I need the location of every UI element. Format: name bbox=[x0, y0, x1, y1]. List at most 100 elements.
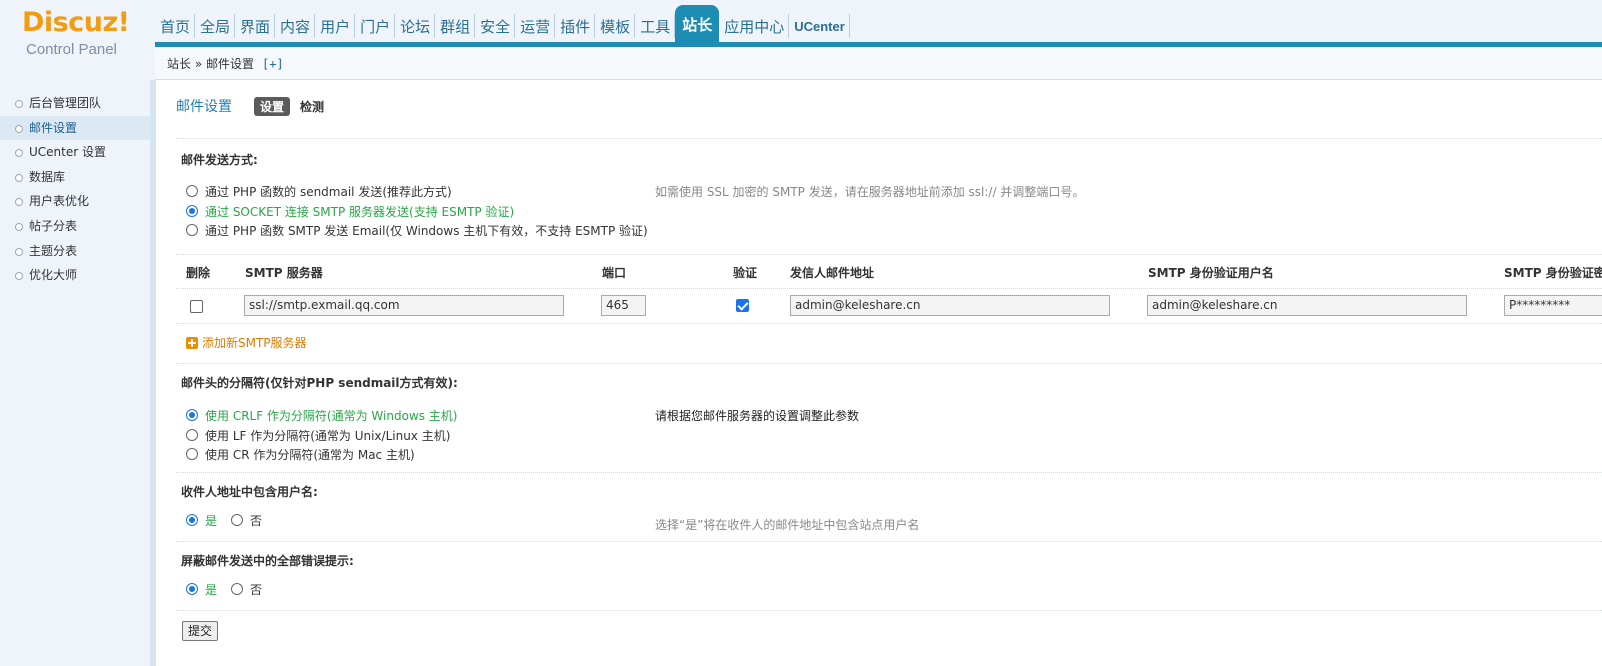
col-header-auth: 验证 bbox=[733, 266, 758, 280]
divider bbox=[176, 323, 1602, 324]
include-username-choice: 是 否 bbox=[186, 511, 276, 529]
logo[interactable]: Discuz! Control Panel bbox=[0, 0, 155, 80]
sidebar-item-database[interactable]: 数据库 bbox=[0, 165, 150, 190]
breadcrumb-expand-toggle[interactable]: [+] bbox=[262, 57, 284, 71]
page-title: 邮件设置 bbox=[176, 99, 232, 115]
smtp-port-input[interactable]: 465 bbox=[601, 295, 646, 316]
sidebar: 后台管理团队 邮件设置 UCenter 设置 数据库 用户表优化 帖子分表 主题… bbox=[0, 80, 150, 666]
nav-item-security[interactable]: 安全 bbox=[475, 14, 516, 38]
submit-button[interactable]: 提交 bbox=[182, 621, 219, 641]
radio-label: 是 bbox=[205, 513, 218, 528]
mail-method-option-socket[interactable]: 通过 SOCKET 连接 SMTP 服务器发送(支持 ESMTP 验证) bbox=[186, 202, 514, 220]
add-smtp-server-link[interactable]: 添加新SMTP服务器 bbox=[186, 334, 307, 351]
silent-errors-yes[interactable]: 是 bbox=[186, 581, 217, 598]
nav-item-app-center[interactable]: 应用中心 bbox=[719, 14, 790, 38]
nav-item-templates[interactable]: 模板 bbox=[595, 14, 636, 38]
radio-label: 否 bbox=[250, 582, 263, 597]
sidebar-item-mail-settings[interactable]: 邮件设置 bbox=[0, 115, 150, 141]
sidebar-item-thread-split[interactable]: 主题分表 bbox=[0, 239, 150, 264]
nav-item-operation[interactable]: 运营 bbox=[515, 14, 556, 38]
nav-item-tools[interactable]: 工具 bbox=[635, 14, 676, 38]
nav-item-global[interactable]: 全局 bbox=[195, 14, 236, 38]
radio-label: 通过 SOCKET 连接 SMTP 服务器发送(支持 ESMTP 验证) bbox=[205, 204, 515, 219]
sidebar-item-ucenter-settings[interactable]: UCenter 设置 bbox=[0, 140, 150, 165]
radio-button[interactable] bbox=[231, 583, 244, 595]
logo-brand: Discuz! bbox=[22, 7, 130, 38]
logo-subtitle: Control Panel bbox=[26, 41, 117, 58]
include-username-yes[interactable]: 是 bbox=[186, 512, 217, 529]
divider bbox=[176, 288, 1602, 289]
divider bbox=[176, 363, 1602, 364]
delimiter-option-cr[interactable]: 使用 CR 作为分隔符(通常为 Mac 主机) bbox=[186, 445, 415, 463]
radio-label: 使用 LF 作为分隔符(通常为 Unix/Linux 主机) bbox=[205, 428, 451, 443]
col-header-delete: 删除 bbox=[186, 266, 211, 280]
radio-button[interactable] bbox=[186, 583, 198, 595]
nav-item-users[interactable]: 用户 bbox=[315, 14, 356, 38]
radio-button[interactable] bbox=[186, 429, 198, 441]
nav-item-portal[interactable]: 门户 bbox=[355, 14, 396, 38]
tab-settings[interactable]: 设置 bbox=[254, 96, 291, 116]
nav-item-ucenter[interactable]: UCenter bbox=[789, 14, 850, 38]
radio-button[interactable] bbox=[186, 448, 198, 460]
silent-errors-choice: 是 否 bbox=[186, 580, 276, 598]
include-username-no[interactable]: 否 bbox=[231, 512, 262, 529]
smtp-server-input[interactable]: ssl://smtp.exmail.qq.com bbox=[244, 295, 564, 316]
radio-button[interactable] bbox=[231, 514, 244, 526]
divider bbox=[176, 138, 1602, 139]
nav-item-groups[interactable]: 群组 bbox=[435, 14, 476, 38]
mail-method-label: 邮件发送方式: bbox=[181, 153, 258, 167]
smtp-auth-checkbox[interactable] bbox=[736, 299, 749, 312]
mail-method-option-sendmail[interactable]: 通过 PHP 函数的 sendmail 发送(推荐此方式) bbox=[186, 182, 452, 200]
mail-method-hint: 如需使用 SSL 加密的 SMTP 发送，请在服务器地址前添加 ssl:// 并… bbox=[655, 185, 1085, 199]
auth-password-input[interactable]: P********* bbox=[1504, 295, 1602, 316]
col-header-auth-username: SMTP 身份验证用户名 bbox=[1148, 266, 1274, 280]
radio-label: 使用 CR 作为分隔符(通常为 Mac 主机) bbox=[205, 447, 415, 462]
col-header-smtp-server: SMTP 服务器 bbox=[245, 266, 323, 280]
nav-item-webmaster[interactable]: 站长 bbox=[675, 5, 720, 43]
divider bbox=[176, 472, 1602, 473]
radio-label: 通过 PHP 函数 SMTP 发送 Email(仅 Windows 主机下有效，… bbox=[205, 223, 648, 238]
divider bbox=[176, 541, 1602, 542]
radio-button[interactable] bbox=[186, 205, 198, 217]
from-address-input[interactable]: admin@keleshare.cn bbox=[790, 295, 1110, 316]
divider bbox=[176, 254, 1602, 255]
breadcrumb: 站长 » 邮件设置 [+] bbox=[155, 48, 1602, 80]
silent-errors-label: 屏蔽邮件发送中的全部错误提示: bbox=[181, 554, 354, 568]
top-nav: 首页 全局 界面 内容 用户 门户 论坛 群组 安全 运营 插件 模板 工具 站… bbox=[155, 5, 850, 43]
radio-button[interactable] bbox=[186, 409, 198, 421]
sidebar-item-admin-team[interactable]: 后台管理团队 bbox=[0, 91, 150, 116]
radio-button[interactable] bbox=[186, 514, 198, 526]
nav-item-plugins[interactable]: 插件 bbox=[555, 14, 596, 38]
nav-item-content[interactable]: 内容 bbox=[275, 14, 316, 38]
sidebar-item-optimizer[interactable]: 优化大师 bbox=[0, 263, 150, 288]
radio-label: 通过 PHP 函数的 sendmail 发送(推荐此方式) bbox=[205, 184, 452, 199]
page-tabs: 邮件设置 设置 检测 bbox=[176, 96, 324, 116]
add-smtp-server-label: 添加新SMTP服务器 bbox=[202, 336, 307, 350]
mail-delimiter-label: 邮件头的分隔符(仅针对PHP sendmail方式有效): bbox=[181, 376, 458, 390]
add-icon bbox=[186, 336, 198, 349]
nav-item-forum[interactable]: 论坛 bbox=[395, 14, 436, 38]
radio-label: 使用 CRLF 作为分隔符(通常为 Windows 主机) bbox=[205, 408, 458, 423]
nav-item-home[interactable]: 首页 bbox=[155, 14, 196, 38]
tab-check[interactable]: 检测 bbox=[300, 98, 324, 115]
col-header-auth-password: SMTP 身份验证密码 bbox=[1504, 266, 1602, 280]
sidebar-item-post-split[interactable]: 帖子分表 bbox=[0, 214, 150, 239]
nav-item-style[interactable]: 界面 bbox=[235, 14, 276, 38]
auth-username-input[interactable]: admin@keleshare.cn bbox=[1147, 295, 1467, 316]
radio-button[interactable] bbox=[186, 185, 198, 197]
include-username-label: 收件人地址中包含用户名: bbox=[181, 485, 318, 499]
delete-row-checkbox[interactable] bbox=[190, 300, 203, 313]
mail-delimiter-hint: 请根据您邮件服务器的设置调整此参数 bbox=[655, 409, 860, 423]
breadcrumb-text: 站长 » 邮件设置 bbox=[167, 57, 254, 71]
mail-method-option-php-smtp[interactable]: 通过 PHP 函数 SMTP 发送 Email(仅 Windows 主机下有效，… bbox=[186, 221, 648, 239]
radio-label: 是 bbox=[205, 582, 218, 597]
radio-label: 否 bbox=[250, 513, 263, 528]
sidebar-item-user-table-optimize[interactable]: 用户表优化 bbox=[0, 189, 150, 214]
sidebar-divider bbox=[150, 80, 156, 666]
delimiter-option-lf[interactable]: 使用 LF 作为分隔符(通常为 Unix/Linux 主机) bbox=[186, 426, 450, 444]
radio-button[interactable] bbox=[186, 224, 198, 236]
include-username-hint: 选择“是”将在收件人的邮件地址中包含站点用户名 bbox=[655, 518, 920, 532]
silent-errors-no[interactable]: 否 bbox=[231, 581, 262, 598]
col-header-port: 端口 bbox=[602, 266, 627, 280]
delimiter-option-crlf[interactable]: 使用 CRLF 作为分隔符(通常为 Windows 主机) bbox=[186, 406, 458, 424]
